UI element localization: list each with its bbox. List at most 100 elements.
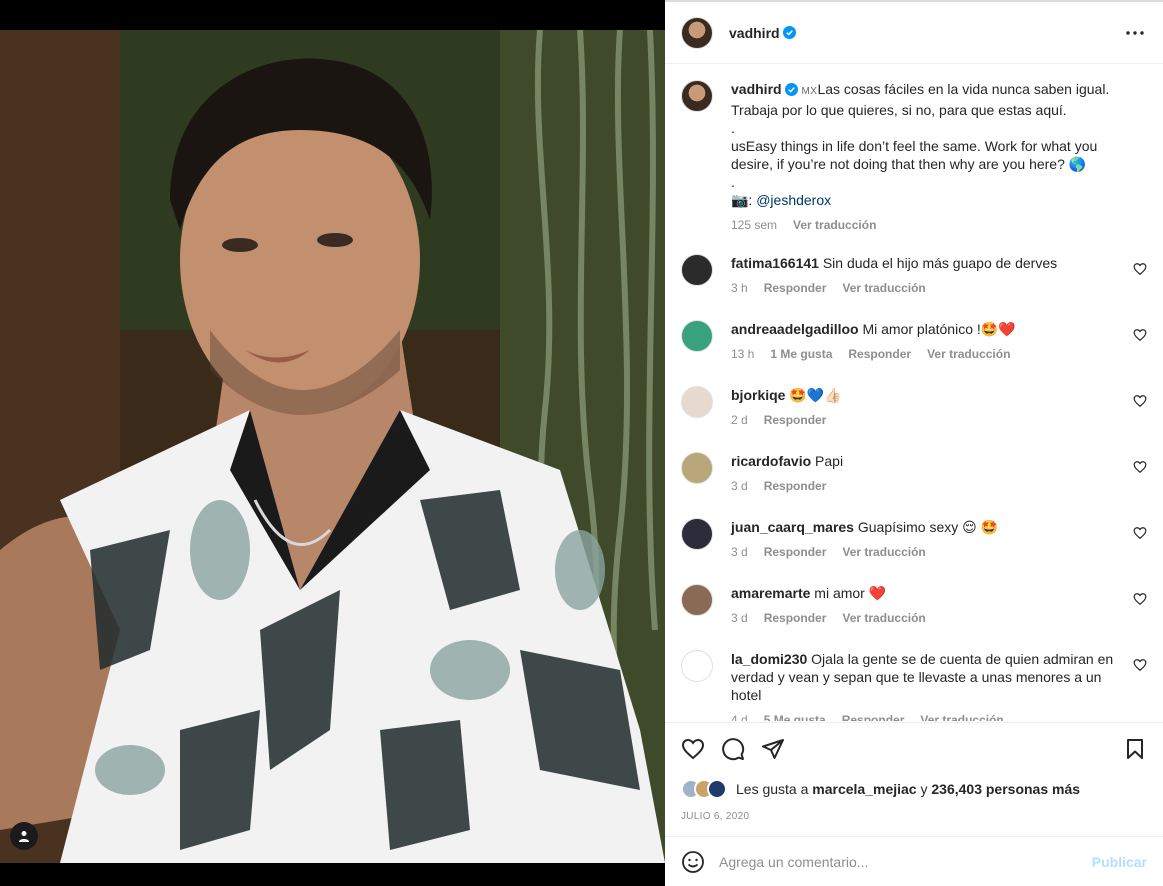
translate-link[interactable]: Ver traducción <box>842 543 925 561</box>
comment-text: Mi amor platónico !🤩❤️ <box>862 321 1016 337</box>
comment-time[interactable]: 4 d <box>731 711 748 721</box>
heart-icon[interactable] <box>681 737 705 761</box>
comment-likes[interactable]: 1 Me gusta <box>770 345 832 363</box>
comment-meta: 3 d Responder <box>731 477 1125 495</box>
reply-button[interactable]: Responder <box>764 609 827 627</box>
reply-button[interactable]: Responder <box>764 411 827 429</box>
author-username[interactable]: vadhird <box>729 25 780 41</box>
comment-item: andreaadelgadilloo Mi amor platónico !🤩❤… <box>681 320 1147 368</box>
comment-time[interactable]: 3 h <box>731 279 748 297</box>
comment-likes[interactable]: 5 Me gusta <box>764 711 826 721</box>
comment-time[interactable]: 13 h <box>731 345 754 363</box>
user-tag-icon <box>19 831 29 842</box>
translate-link[interactable]: Ver traducción <box>927 345 1010 363</box>
comment-body: bjorkiqe 🤩💙👍🏻 2 d Responder <box>731 386 1147 434</box>
more-icon <box>1126 30 1144 35</box>
commenter-avatar[interactable] <box>681 650 713 682</box>
comment-like-icon[interactable] <box>1133 592 1147 606</box>
post-image[interactable] <box>0 30 665 863</box>
share-icon[interactable] <box>761 737 785 761</box>
commenter-username[interactable]: andreaadelgadilloo <box>731 321 859 337</box>
commenter-avatar[interactable] <box>681 518 713 550</box>
mention-link[interactable]: @jeshderox <box>756 192 831 208</box>
post-actions: Les gusta a marcela_mejiac y 236,403 per… <box>665 722 1163 822</box>
reply-button[interactable]: Responder <box>764 477 827 495</box>
comment-input[interactable] <box>719 853 1092 870</box>
comment-time[interactable]: 2 d <box>731 411 748 429</box>
author-avatar[interactable] <box>681 80 713 112</box>
comment-time[interactable]: 3 d <box>731 477 748 495</box>
comment-rows: fatima166141 Sin duda el hijo más guapo … <box>681 254 1147 721</box>
comment-body: andreaadelgadilloo Mi amor platónico !🤩❤… <box>731 320 1147 368</box>
more-options-button[interactable] <box>1123 21 1147 45</box>
translate-link[interactable]: Ver traducción <box>842 609 925 627</box>
commenter-username[interactable]: ricardofavio <box>731 453 811 469</box>
liker-avatar <box>707 779 727 799</box>
reply-button[interactable]: Responder <box>764 543 827 561</box>
comment-text: 🤩💙👍🏻 <box>789 387 842 403</box>
comment-meta: 13 h 1 Me gusta Responder Ver traducción <box>731 345 1125 363</box>
commenter-username[interactable]: amaremarte <box>731 585 810 601</box>
comment-text: mi amor ❤️ <box>814 585 887 601</box>
caption-translate-link[interactable]: Ver traducción <box>793 216 876 234</box>
comment-text: Papi <box>815 453 844 469</box>
commenter-avatar[interactable] <box>681 452 713 484</box>
emoji-icon[interactable] <box>681 850 705 874</box>
comment-like-icon[interactable] <box>1133 658 1147 672</box>
reply-button[interactable]: Responder <box>848 345 911 363</box>
author-avatar[interactable] <box>681 16 713 49</box>
likes-others-link[interactable]: 236,403 personas más <box>931 781 1080 797</box>
comment-item: bjorkiqe 🤩💙👍🏻 2 d Responder <box>681 386 1147 434</box>
commenter-avatar[interactable] <box>681 320 713 352</box>
comment-item: la_domi230 Ojala la gente se de cuenta d… <box>681 650 1147 721</box>
comment-like-icon[interactable] <box>1133 328 1147 342</box>
flag-mx: MX <box>801 86 818 97</box>
caption-body: vadhird MXLas cosas fáciles en la vida n… <box>731 80 1147 234</box>
commenter-username[interactable]: fatima166141 <box>731 255 819 271</box>
verified-icon <box>784 83 798 96</box>
comment-time[interactable]: 3 d <box>731 543 748 561</box>
comment-icon[interactable] <box>721 737 745 761</box>
post-header: vadhird <box>665 2 1163 64</box>
likers-avatars[interactable] <box>681 779 727 799</box>
translate-link[interactable]: Ver traducción <box>920 711 1003 721</box>
comment-item: juan_caarq_mares Guapísimo sexy 😌 🤩 3 d Re… <box>681 518 1147 566</box>
likes-joiner: y <box>920 781 928 797</box>
translate-link[interactable]: Ver traducción <box>842 279 925 297</box>
comment-like-icon[interactable] <box>1133 394 1147 408</box>
commenter-avatar[interactable] <box>681 386 713 418</box>
commenter-avatar[interactable] <box>681 584 713 616</box>
save-icon[interactable] <box>1123 737 1147 761</box>
comment-text: Guapísimo sexy 😌 🤩 <box>857 519 999 535</box>
comment-like-icon[interactable] <box>1133 526 1147 540</box>
comment-body: juan_caarq_mares Guapísimo sexy 😌 🤩 3 d Re… <box>731 518 1147 566</box>
camera-emoji: 📷: <box>731 192 753 208</box>
commenter-username[interactable]: juan_caarq_mares <box>731 519 854 535</box>
comment-like-icon[interactable] <box>1133 460 1147 474</box>
publish-button[interactable]: Publicar <box>1092 854 1147 870</box>
comment-text: Sin duda el hijo más guapo de derves <box>822 255 1058 271</box>
comment-like-icon[interactable] <box>1133 262 1147 276</box>
add-comment-bar: Publicar <box>665 836 1163 886</box>
comments-list[interactable]: vadhird MXLas cosas fáciles en la vida n… <box>665 64 1163 721</box>
post-caption: vadhird MXLas cosas fáciles en la vida n… <box>681 80 1147 234</box>
comment-item: amaremarte mi amor ❤️ 3 d Responder Ver tra… <box>681 584 1147 632</box>
action-icons <box>681 729 1147 769</box>
likes-summary: Les gusta a marcela_mejiac y 236,403 per… <box>681 779 1147 799</box>
caption-username[interactable]: vadhird <box>731 81 782 97</box>
likes-user-link[interactable]: marcela_mejiac <box>812 781 916 797</box>
post-date[interactable]: JULIO 6, 2020 <box>681 811 1147 822</box>
comment-meta: 3 d Responder Ver traducción <box>731 609 1125 627</box>
caption-time[interactable]: 125 sem <box>731 216 777 234</box>
commenter-avatar[interactable] <box>681 254 713 286</box>
commenter-username[interactable]: la_domi230 <box>731 651 807 667</box>
commenter-username[interactable]: bjorkiqe <box>731 387 785 403</box>
comment-time[interactable]: 3 d <box>731 609 748 627</box>
user-tag-button[interactable] <box>10 822 38 850</box>
caption-line-2: Trabaja por lo que quieres, si no, para … <box>731 102 1067 118</box>
caption-meta: 125 sem Ver traducción <box>731 216 1125 234</box>
comment-body: amaremarte mi amor ❤️ 3 d Responder Ver tra… <box>731 584 1147 632</box>
comment-meta: 2 d Responder <box>731 411 1125 429</box>
reply-button[interactable]: Responder <box>842 711 905 721</box>
reply-button[interactable]: Responder <box>764 279 827 297</box>
